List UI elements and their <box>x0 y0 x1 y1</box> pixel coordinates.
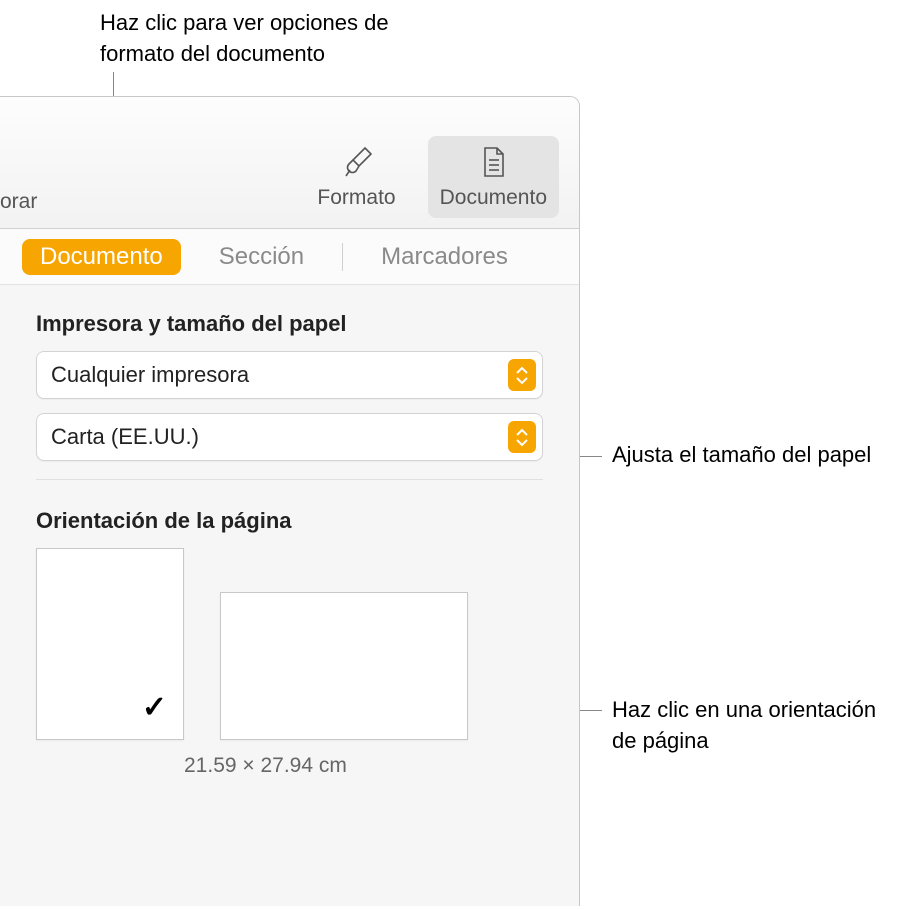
checkmark-icon: ✓ <box>142 690 167 725</box>
page-dimensions: 21.59 × 27.94 cm <box>184 754 543 778</box>
printer-select[interactable]: Cualquier impresora <box>36 351 543 399</box>
tab-seccion[interactable]: Sección <box>219 243 304 271</box>
document-button[interactable]: Documento <box>428 136 559 218</box>
orientation-portrait-button[interactable]: ✓ <box>36 548 184 740</box>
toolbar-item-truncated: orar <box>0 190 48 218</box>
printer-section-label: Impresora y tamaño del papel <box>36 311 543 337</box>
callout-doc-tab: Haz clic para ver opciones de formato de… <box>100 8 450 70</box>
paintbrush-icon <box>339 144 375 180</box>
orientation-row: ✓ <box>36 548 543 740</box>
orientation-section-label: Orientación de la página <box>36 508 543 534</box>
dropdown-caret-icon <box>508 359 536 391</box>
paper-size-value: Carta (EE.UU.) <box>51 424 199 450</box>
inspector-panel: orar Formato D <box>0 96 580 906</box>
divider <box>36 479 543 480</box>
format-button[interactable]: Formato <box>305 136 407 218</box>
tab-documento[interactable]: Documento <box>22 239 181 275</box>
format-label: Formato <box>317 186 395 210</box>
tab-marcadores[interactable]: Marcadores <box>381 243 508 271</box>
orientation-landscape-button[interactable] <box>220 592 468 740</box>
callout-orientation: Haz clic en una orientación de página <box>612 695 892 757</box>
document-label: Documento <box>440 186 547 210</box>
dropdown-caret-icon <box>508 421 536 453</box>
document-icon <box>475 144 511 180</box>
inspector-content: Impresora y tamaño del papel Cualquier i… <box>0 285 579 804</box>
paper-size-select[interactable]: Carta (EE.UU.) <box>36 413 543 461</box>
printer-value: Cualquier impresora <box>51 362 249 388</box>
separator <box>342 243 343 271</box>
subtab-bar: Documento Sección Marcadores <box>0 229 579 285</box>
toolbar: orar Formato D <box>0 97 579 229</box>
callout-paper-size: Ajusta el tamaño del papel <box>612 440 892 471</box>
